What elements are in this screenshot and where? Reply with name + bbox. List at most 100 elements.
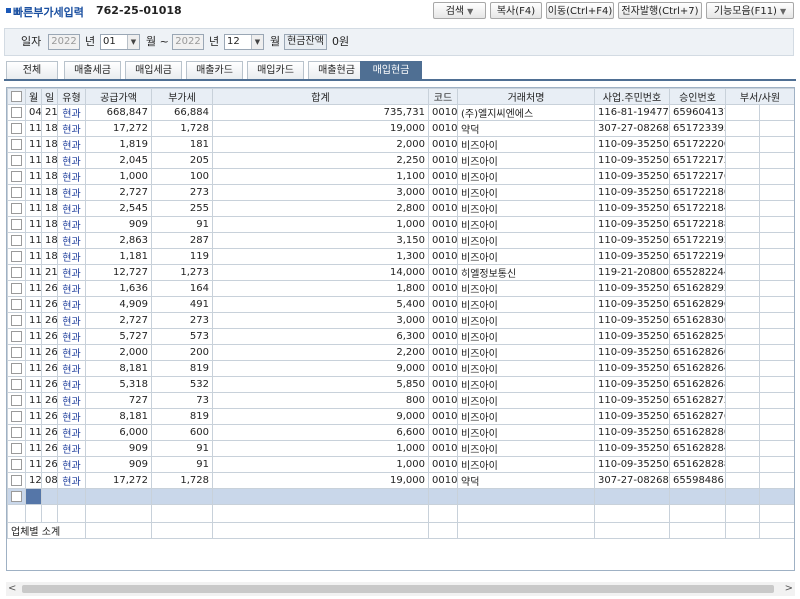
cell-vat[interactable]: 255 (151, 200, 213, 217)
cell-employee[interactable] (758, 440, 794, 457)
checkbox-icon[interactable] (11, 122, 22, 134)
cell-employee[interactable] (758, 136, 794, 153)
cell-month[interactable]: 11 (25, 344, 42, 361)
cell-department[interactable] (725, 168, 760, 185)
table-row[interactable]: 1126현과2,0002002,20000108비즈아이110-09-35250… (7, 344, 794, 361)
chevron-down-icon[interactable]: ▼ (251, 35, 263, 49)
col-vendor-name[interactable]: 거래처명 (457, 88, 595, 105)
row-checkbox-cell[interactable] (7, 376, 26, 393)
cell-business-number[interactable]: 110-09-35250 (594, 232, 670, 249)
table-row[interactable]: 1126현과5,7275736,30000108비즈아이110-09-35250… (7, 328, 794, 345)
cell-total[interactable]: 9,000 (212, 360, 429, 377)
cell-total[interactable]: 3,150 (212, 232, 429, 249)
row-checkbox-cell[interactable] (7, 392, 26, 409)
checkbox-icon[interactable] (11, 266, 22, 278)
cell-month[interactable]: 12 (25, 472, 42, 489)
cell-approval-number[interactable]: 655282244 (669, 264, 726, 281)
cell-total[interactable]: 1,000 (212, 440, 429, 457)
col-type[interactable]: 유형 (57, 88, 86, 105)
cell-approval-number[interactable]: 651628296 (669, 296, 726, 313)
row-checkbox-cell[interactable] (7, 472, 26, 489)
cell-business-number[interactable]: 119-21-20800 (594, 264, 670, 281)
cell-employee[interactable] (758, 376, 794, 393)
cell-department[interactable] (725, 312, 760, 329)
cell-code[interactable]: 00108 (428, 312, 458, 329)
checkbox-icon[interactable] (11, 442, 22, 454)
cell-supply-amount[interactable]: 668,847 (85, 104, 152, 121)
cell-vendor-name[interactable]: 비즈아이 (457, 200, 595, 217)
cell-department[interactable] (725, 264, 760, 281)
checkbox-icon[interactable] (11, 394, 22, 406)
cell-business-number[interactable]: 110-09-35250 (594, 376, 670, 393)
cell-code[interactable]: 00108 (428, 296, 458, 313)
cell-total[interactable]: 5,400 (212, 296, 429, 313)
cell-day[interactable]: 21 (41, 264, 58, 281)
cell-vendor-name[interactable]: 비즈아이 (457, 408, 595, 425)
row-checkbox-cell[interactable] (7, 360, 26, 377)
e-issue-button[interactable]: 전자발행(Ctrl+7) (618, 2, 702, 19)
checkbox-icon[interactable] (11, 186, 22, 198)
cell-day[interactable]: 18 (41, 136, 58, 153)
cell-approval-number[interactable]: 651722196 (669, 248, 726, 265)
cell-business-number[interactable]: 110-09-35250 (594, 248, 670, 265)
cell-employee[interactable] (758, 232, 794, 249)
cell-total[interactable]: 2,250 (212, 152, 429, 169)
cell-vendor-name[interactable]: (주)엘지씨엔에스 (457, 104, 595, 121)
cell-month[interactable]: 11 (25, 456, 42, 473)
cell-total[interactable]: 1,000 (212, 456, 429, 473)
cell-employee[interactable] (758, 280, 794, 297)
cell-month[interactable]: 11 (25, 408, 42, 425)
cell-vendor-name[interactable]: 비즈아이 (457, 360, 595, 377)
tab-all[interactable]: 전체 (6, 61, 58, 79)
cell-approval-number[interactable]: 655984861 (669, 472, 726, 489)
cell-supply-amount[interactable]: 17,272 (85, 120, 152, 137)
cell-approval-number[interactable]: 651722200 (669, 136, 726, 153)
cell-employee[interactable] (758, 312, 794, 329)
empty-cell[interactable] (151, 488, 213, 505)
cell-code[interactable]: 00108 (428, 232, 458, 249)
cell-employee[interactable] (758, 200, 794, 217)
cell-approval-number[interactable]: 651628260 (669, 344, 726, 361)
checkbox-icon[interactable] (11, 474, 22, 486)
cell-month[interactable]: 11 (25, 136, 42, 153)
cell-department[interactable] (725, 440, 760, 457)
cell-supply-amount[interactable]: 2,000 (85, 344, 152, 361)
checkbox-icon[interactable] (11, 346, 22, 358)
cell-department[interactable] (725, 360, 760, 377)
cell-employee[interactable] (758, 104, 794, 121)
cell-code[interactable]: 00108 (428, 216, 458, 233)
row-checkbox-cell[interactable] (7, 216, 26, 233)
cell-day[interactable]: 26 (41, 392, 58, 409)
row-checkbox-cell[interactable] (7, 488, 26, 505)
cell-vendor-name[interactable]: 비즈아이 (457, 184, 595, 201)
cell-department[interactable] (725, 392, 760, 409)
cell-type[interactable]: 현과 (57, 168, 86, 185)
cell-business-number[interactable]: 110-09-35250 (594, 216, 670, 233)
cell-supply-amount[interactable]: 1,181 (85, 248, 152, 265)
cell-vendor-name[interactable]: 비즈아이 (457, 312, 595, 329)
cell-code[interactable]: 00108 (428, 424, 458, 441)
cell-approval-number[interactable]: 651628276 (669, 408, 726, 425)
cell-month[interactable]: 11 (25, 424, 42, 441)
empty-cell[interactable] (428, 488, 458, 505)
checkbox-icon[interactable] (11, 250, 22, 262)
cell-code[interactable]: 00108 (428, 360, 458, 377)
cell-code[interactable]: 00108 (428, 376, 458, 393)
active-cell[interactable] (25, 488, 42, 505)
cell-department[interactable] (725, 216, 760, 233)
cell-total[interactable]: 6,600 (212, 424, 429, 441)
cell-approval-number[interactable]: 659604137 (669, 104, 726, 121)
cell-type[interactable]: 현과 (57, 264, 86, 281)
cell-month[interactable]: 11 (25, 248, 42, 265)
cell-business-number[interactable]: 110-09-35250 (594, 296, 670, 313)
col-total[interactable]: 합계 (212, 88, 429, 105)
table-row[interactable]: 1208현과17,2721,72819,00000107약덕307-27-082… (7, 472, 794, 489)
cell-type[interactable]: 현과 (57, 184, 86, 201)
table-row[interactable]: 1118현과2,5452552,80000108비즈아이110-09-35250… (7, 200, 794, 217)
cell-code[interactable]: 00108 (428, 408, 458, 425)
cell-vat[interactable]: 91 (151, 216, 213, 233)
cell-type[interactable]: 현과 (57, 424, 86, 441)
cell-day[interactable]: 18 (41, 120, 58, 137)
cell-department[interactable] (725, 280, 760, 297)
cell-day[interactable]: 26 (41, 360, 58, 377)
